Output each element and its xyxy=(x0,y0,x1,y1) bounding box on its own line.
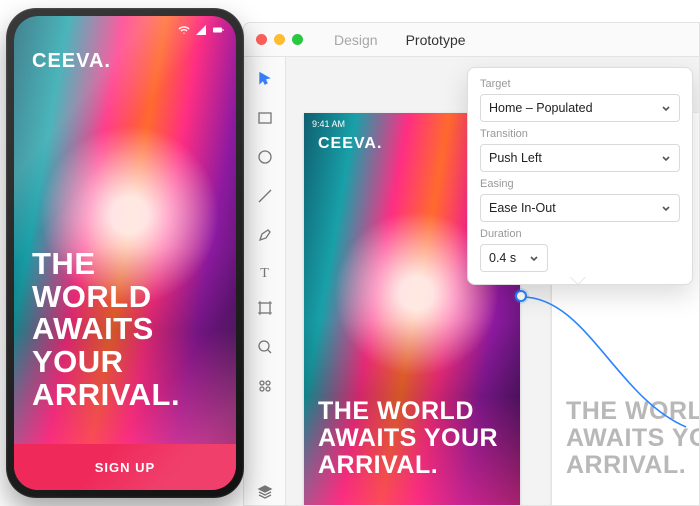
window-minimize-icon[interactable] xyxy=(274,34,285,45)
duration-value: 0.4 s xyxy=(489,251,516,265)
duration-label: Duration xyxy=(480,228,680,240)
chevron-down-icon xyxy=(661,153,671,163)
tab-prototype[interactable]: Prototype xyxy=(406,32,466,48)
select-tool-icon[interactable] xyxy=(257,71,273,92)
easing-select[interactable]: Ease In-Out xyxy=(480,194,680,222)
device-screen: CEEVA THE WORLD AWAITS YOUR ARRIVAL. SIG… xyxy=(14,16,236,490)
window-close-icon[interactable] xyxy=(256,34,267,45)
transition-value: Push Left xyxy=(489,151,542,165)
transition-select[interactable]: Push Left xyxy=(480,144,680,172)
duration-select[interactable]: 0.4 s xyxy=(480,244,548,272)
layers-panel-icon[interactable] xyxy=(257,484,273,505)
hero-headline: THE WORLD AWAITS YOUR ARRIVAL. xyxy=(566,398,699,479)
wifi-icon xyxy=(178,24,190,36)
battery-icon xyxy=(212,24,224,36)
signal-icon xyxy=(195,24,207,36)
tab-design[interactable]: Design xyxy=(334,32,378,48)
signup-button[interactable]: SIGN UP xyxy=(14,444,236,490)
prototype-link-handle[interactable] xyxy=(515,290,527,302)
text-tool-icon[interactable]: T xyxy=(260,266,269,282)
brand-logo: CEEVA xyxy=(318,135,382,153)
device-preview: CEEVA THE WORLD AWAITS YOUR ARRIVAL. SIG… xyxy=(6,8,244,498)
window-zoom-icon[interactable] xyxy=(292,34,303,45)
window-titlebar: Design Prototype xyxy=(244,23,699,57)
transition-label: Transition xyxy=(480,128,680,140)
pen-tool-icon[interactable] xyxy=(257,227,273,248)
target-label: Target xyxy=(480,78,680,90)
hero-headline: THE WORLD AWAITS YOUR ARRIVAL. xyxy=(318,398,506,479)
target-value: Home – Populated xyxy=(489,101,593,115)
statusbar-time: 9:41 AM xyxy=(312,119,345,129)
brand-logo: CEEVA xyxy=(32,50,111,73)
easing-value: Ease In-Out xyxy=(489,201,556,215)
chevron-down-icon xyxy=(661,203,671,213)
chevron-down-icon xyxy=(529,253,539,263)
canvas[interactable]: 9:41 AM CEEVA THE WORLD AWAITS YOUR ARRI… xyxy=(286,57,699,505)
line-tool-icon[interactable] xyxy=(257,188,273,209)
rectangle-tool-icon[interactable] xyxy=(257,110,273,131)
ellipse-tool-icon[interactable] xyxy=(257,149,273,170)
hero-headline: THE WORLD AWAITS YOUR ARRIVAL. xyxy=(32,248,218,412)
device-status-bar xyxy=(14,22,236,38)
mode-tabs: Design Prototype xyxy=(334,32,466,48)
zoom-tool-icon[interactable] xyxy=(257,339,273,360)
easing-label: Easing xyxy=(480,178,680,190)
chevron-down-icon xyxy=(661,103,671,113)
target-select[interactable]: Home – Populated xyxy=(480,94,680,122)
interaction-popover: Target Home – Populated Transition Push … xyxy=(467,67,693,285)
artboard-tool-icon[interactable] xyxy=(257,300,273,321)
tool-toolbar: T xyxy=(244,57,286,505)
design-app-window: Design Prototype T 9:41 AM CEEVA THE WOR… xyxy=(243,22,700,506)
repeat-grid-tool-icon[interactable] xyxy=(257,378,273,399)
